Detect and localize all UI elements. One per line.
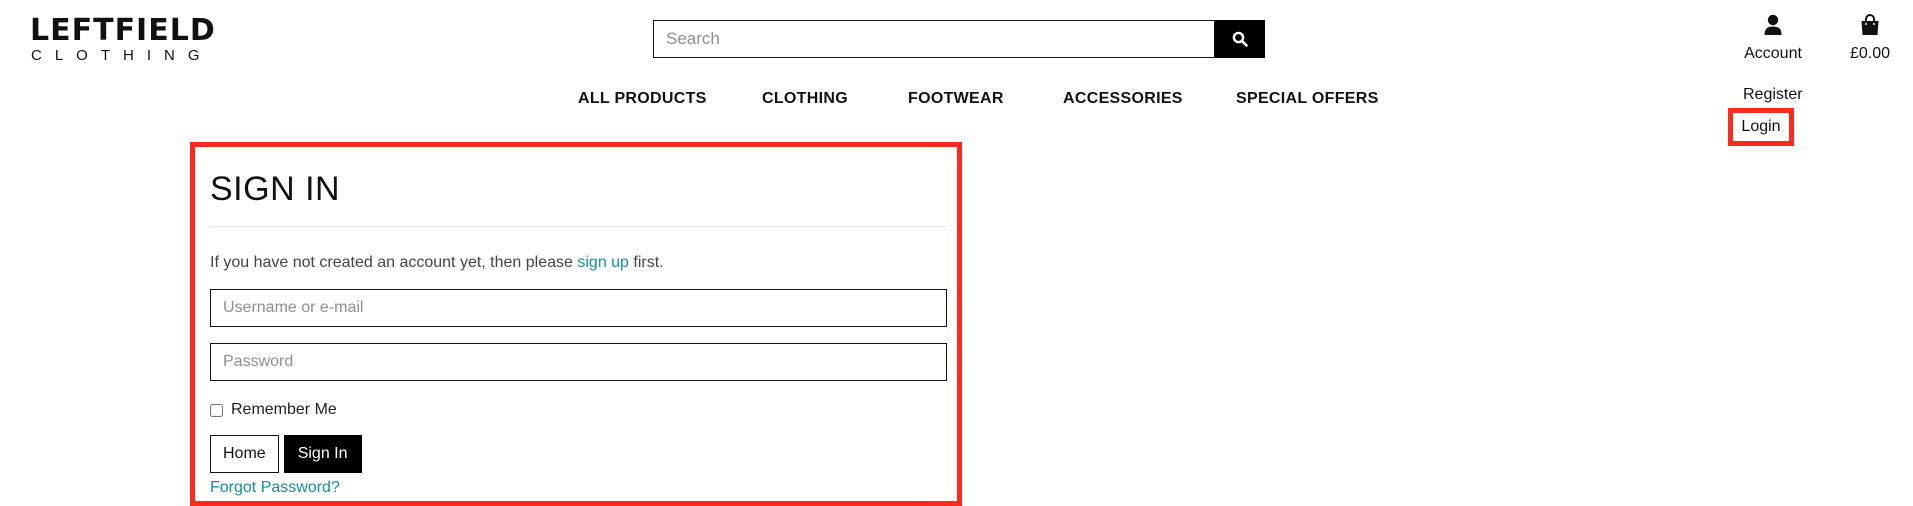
home-button[interactable]: Home xyxy=(210,435,279,473)
shopping-bag-icon xyxy=(1861,14,1879,35)
username-field[interactable] xyxy=(210,289,947,327)
remember-me[interactable]: Remember Me xyxy=(210,401,947,419)
cart-total: £0.00 xyxy=(1849,45,1891,62)
cart-link[interactable]: £0.00 xyxy=(1840,14,1900,63)
site-logo[interactable]: LEFTFIELD CLOTHING xyxy=(30,16,216,64)
sign-in-button[interactable]: Sign In xyxy=(283,435,362,473)
nav-item-footwear[interactable]: FOOTWEAR xyxy=(908,90,1004,108)
search-icon xyxy=(1232,31,1248,47)
forgot-password-link[interactable]: Forgot Password? xyxy=(210,479,340,497)
signin-panel: SIGN IN If you have not created an accou… xyxy=(190,142,962,506)
signup-prompt-after: first. xyxy=(628,254,664,271)
search-input[interactable] xyxy=(653,20,1215,58)
signup-prompt: If you have not created an account yet, … xyxy=(210,253,947,273)
account-label: Account xyxy=(1744,45,1802,62)
remember-me-label: Remember Me xyxy=(231,401,337,418)
login-link[interactable]: Login xyxy=(1741,118,1780,136)
signup-link[interactable]: sign up xyxy=(577,254,629,271)
main-nav: ALL PRODUCTS CLOTHING FOOTWEAR ACCESSORI… xyxy=(0,90,1913,114)
account-link[interactable]: Account xyxy=(1738,14,1808,63)
page-title: SIGN IN xyxy=(210,170,341,208)
form-buttons: Home Sign In xyxy=(210,435,947,473)
signup-prompt-before: If you have not created an account yet, … xyxy=(210,254,578,271)
nav-item-all-products[interactable]: ALL PRODUCTS xyxy=(578,90,707,108)
logo-main-text: LEFTFIELD xyxy=(30,13,216,48)
nav-item-accessories[interactable]: ACCESSORIES xyxy=(1063,90,1183,108)
signin-form: SIGN IN If you have not created an accou… xyxy=(210,147,947,497)
nav-item-clothing[interactable]: CLOTHING xyxy=(762,90,848,108)
search-form xyxy=(653,20,1265,58)
remember-me-checkbox[interactable] xyxy=(210,403,223,417)
search-button[interactable] xyxy=(1215,20,1265,58)
register-link[interactable]: Register xyxy=(1743,86,1803,104)
user-icon xyxy=(1764,14,1782,35)
logo-sub-text: CLOTHING xyxy=(31,47,213,64)
nav-item-special-offers[interactable]: SPECIAL OFFERS xyxy=(1236,90,1379,108)
password-field[interactable] xyxy=(210,343,947,381)
title-divider xyxy=(210,226,947,227)
login-highlight-box: Login xyxy=(1728,108,1794,146)
